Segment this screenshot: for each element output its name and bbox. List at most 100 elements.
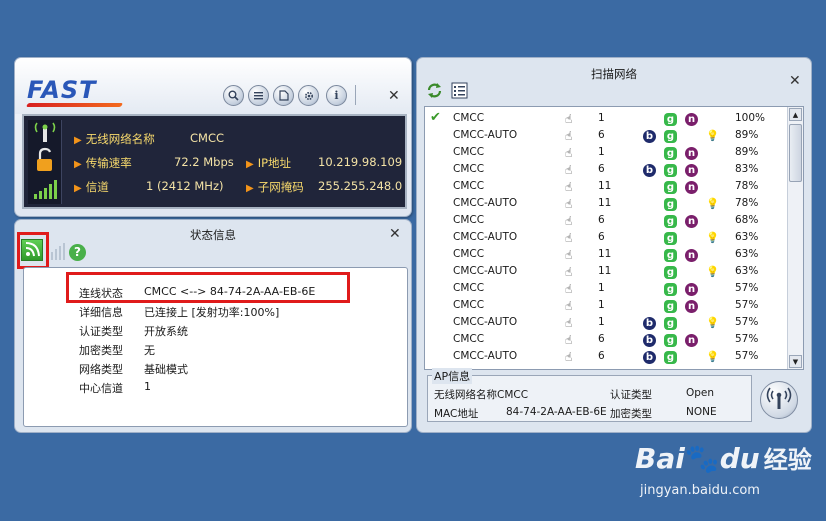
info-button[interactable]: i (326, 85, 347, 106)
channel-row: ▶ 信道 1 (2412 MHz) (74, 179, 224, 194)
network-channel: 6 (598, 333, 605, 345)
ap-enc-value: NONE (686, 406, 717, 418)
arrow-icon: ▶ (74, 135, 82, 146)
ap-ssid-label: 无线网络名称CMCC (434, 389, 529, 401)
network-row[interactable]: CMCC-AUTO ☝ 6 g 💡 63% (425, 230, 785, 247)
scrollbar[interactable]: ▲ ▼ (787, 107, 803, 369)
connection-info-panel: ▶ 无线网络名称 CMCC ▶ 传输速率 72.2 Mbps ▶ 信道 1 (2412… (22, 114, 407, 209)
network-row[interactable]: CMCC-AUTO ☝ 6 b g 💡 57% (425, 349, 785, 366)
mode-g-icon: g (664, 351, 677, 364)
auth-row: 认证类型 开放系统 (79, 325, 188, 338)
detail-row: 详细信息 已连接上 [发射功率:100%] (79, 306, 280, 319)
network-ssid: CMCC (453, 180, 485, 192)
network-ssid: CMCC (453, 146, 485, 158)
close-icon[interactable]: ✕ (789, 74, 801, 88)
network-row[interactable]: CMCC ☝ 1 g n 89% (425, 145, 785, 162)
list-icon (254, 92, 263, 100)
scroll-up-icon[interactable]: ▲ (789, 108, 802, 121)
arrow-icon: ▶ (246, 159, 254, 170)
wps-hand-icon: ☝ (565, 231, 573, 245)
refresh-icon[interactable] (426, 82, 443, 99)
mode-g-icon: g (664, 283, 677, 296)
connect-button[interactable] (760, 381, 798, 419)
network-channel: 1 (598, 112, 605, 124)
wps-hand-icon: ☝ (565, 333, 573, 347)
wps-hand-icon: ☝ (565, 163, 573, 177)
network-row[interactable]: CMCC ☝ 6 b g n 83% (425, 162, 785, 179)
baidu-watermark: Bai🐾du 经验 (635, 442, 812, 475)
list-button[interactable] (248, 85, 269, 106)
status-details: 连线状态 CMCC <--> 84-74-2A-AA-EB-6E 详细信息 已连接上… (23, 267, 408, 427)
mode-n-icon: n (685, 181, 698, 194)
network-ssid: CMCC (453, 214, 485, 226)
wps-hand-icon: ☝ (565, 282, 573, 296)
signal-percent: 63% (735, 231, 759, 243)
mode-n-icon: n (685, 300, 698, 313)
search-button[interactable] (223, 85, 244, 106)
network-ssid: CMCC (453, 112, 485, 124)
network-channel: 6 (598, 163, 605, 175)
scan-title: 扫描网络 (591, 67, 637, 81)
main-header: FAST i ✕ (15, 58, 411, 114)
network-channel: 1 (598, 282, 605, 294)
signal-percent: 57% (735, 350, 759, 362)
network-row[interactable]: CMCC-AUTO ☝ 1 b g 💡 57% (425, 315, 785, 332)
network-row[interactable]: ✔ CMCC ☝ 1 g n 100% (425, 110, 785, 128)
signal-percent: 89% (735, 146, 759, 158)
subnet-row: ▶ 子网掩码 255.255.248.0 (246, 179, 403, 194)
close-icon[interactable]: ✕ (388, 89, 400, 103)
fast-main-window: FAST i ✕ ▶ 无线网络名称 CMCC ▶ 传输速率 72.2 Mbps … (14, 57, 412, 217)
network-ssid: CMCC (453, 163, 485, 175)
wireless-antenna-icon (34, 122, 56, 142)
mode-n-icon: n (685, 249, 698, 262)
help-icon[interactable]: ? (69, 244, 86, 261)
mode-b-icon: b (643, 317, 656, 330)
network-row[interactable]: CMCC ☝ 6 b g n 57% (425, 332, 785, 349)
network-channel: 6 (598, 350, 605, 362)
mode-g-icon: g (664, 164, 677, 177)
ap-mac-label: MAC地址 (434, 408, 479, 420)
ap-auth-value: Open (686, 387, 715, 399)
signal-percent: 63% (735, 248, 759, 260)
signal-percent: 57% (735, 299, 759, 311)
bulb-icon: 💡 (706, 317, 720, 329)
document-button[interactable] (273, 85, 294, 106)
bulb-icon: 💡 (706, 351, 720, 363)
mode-n-icon: n (685, 164, 698, 177)
settings-button[interactable] (298, 85, 319, 106)
signal-percent: 100% (735, 112, 766, 124)
list-view-icon[interactable] (451, 82, 468, 99)
highlight-box-link (66, 272, 350, 303)
network-row[interactable]: CMCC-AUTO ☝ 11 g 💡 63% (425, 264, 785, 281)
wps-hand-icon: ☝ (565, 248, 573, 262)
network-channel: 6 (598, 214, 605, 226)
network-row[interactable]: CMCC ☝ 11 g n 78% (425, 179, 785, 196)
signal-bars-icon[interactable] (46, 243, 66, 261)
ip-row: ▶ IP地址 10.219.98.109 (246, 155, 403, 170)
close-icon[interactable]: ✕ (389, 227, 401, 241)
network-row[interactable]: CMCC ☝ 6 g n 68% (425, 213, 785, 230)
mode-g-icon: g (664, 232, 677, 245)
bulb-icon: 💡 (706, 198, 720, 210)
network-ssid: CMCC-AUTO (453, 350, 518, 362)
mode-n-icon: n (685, 334, 698, 347)
mode-g-icon: g (664, 113, 677, 126)
network-row[interactable]: CMCC ☝ 1 g n 57% (425, 281, 785, 298)
network-row[interactable]: CMCC ☝ 11 g n 63% (425, 247, 785, 264)
network-row[interactable]: CMCC-AUTO ☝ 11 g 💡 78% (425, 196, 785, 213)
bulb-icon: 💡 (706, 232, 720, 244)
network-row[interactable]: CMCC ☝ 1 g n 57% (425, 298, 785, 315)
network-channel: 11 (598, 180, 612, 192)
status-info-window: 状态信息 ✕ ? 连线状态 CMCC <--> 84-74-2A-AA-EB-6E… (14, 219, 412, 433)
logo-swoosh (25, 103, 124, 107)
scroll-thumb[interactable] (789, 124, 802, 182)
scroll-down-icon[interactable]: ▼ (789, 355, 802, 368)
mode-b-icon: b (643, 334, 656, 347)
mode-n-icon: n (685, 113, 698, 126)
center-channel-row: 中心信道 1 (79, 380, 151, 395)
wireless-connect-icon (766, 387, 792, 409)
network-row[interactable]: CMCC-AUTO ☝ 6 b g 💡 89% (425, 128, 785, 145)
signal-strength-icon (34, 180, 57, 199)
network-channel: 11 (598, 197, 612, 209)
network-ssid: CMCC-AUTO (453, 231, 518, 243)
